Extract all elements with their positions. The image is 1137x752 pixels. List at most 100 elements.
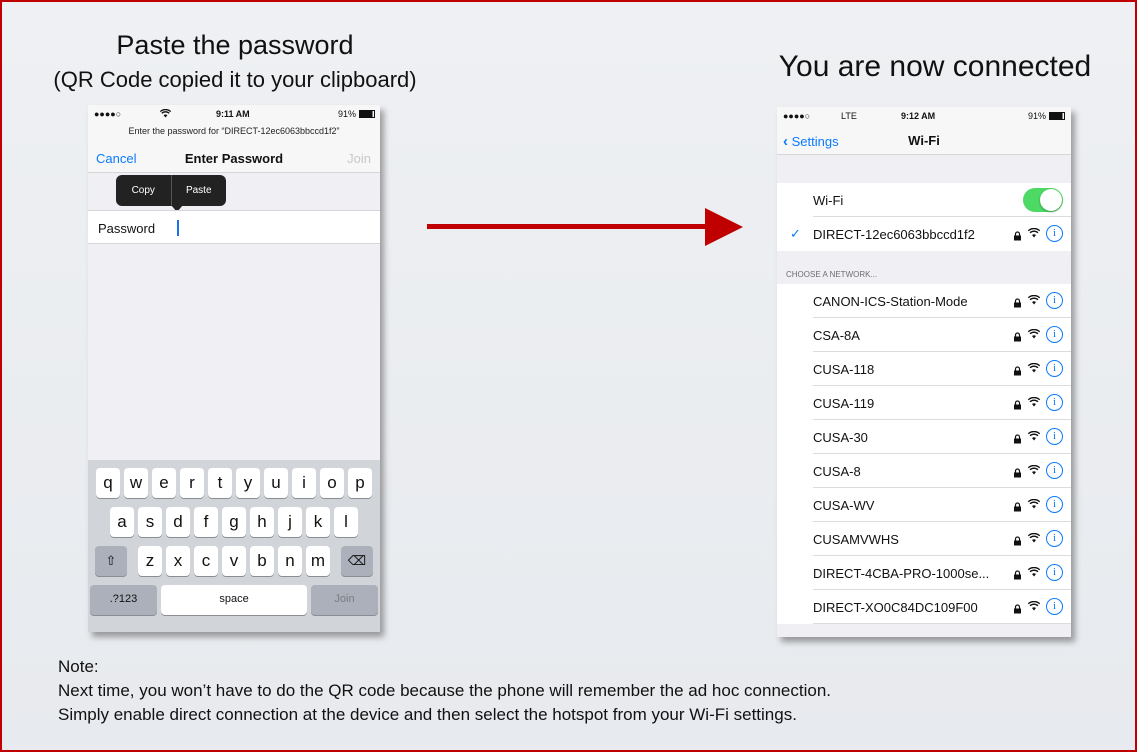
- connected-network-name: DIRECT-12ec6063bbccd1f2: [813, 227, 975, 242]
- key[interactable]: y: [236, 468, 260, 498]
- info-icon[interactable]: i: [1046, 428, 1063, 445]
- join-button[interactable]: Join: [347, 151, 371, 166]
- info-icon[interactable]: i: [1046, 598, 1063, 615]
- carrier-label: LTE: [841, 111, 857, 121]
- arrow-shaft: [427, 224, 717, 229]
- heading-paste-subtitle: (QR Code copied it to your clipboard): [53, 67, 417, 92]
- network-row[interactable]: CANON-ICS-Station-Mode i: [777, 284, 1071, 318]
- note-title: Note:: [58, 657, 99, 676]
- key[interactable]: r: [180, 468, 204, 498]
- keyboard-join-key[interactable]: Join: [310, 585, 379, 615]
- wifi-toggle[interactable]: [1023, 188, 1063, 212]
- signal-indicator: ●●●●○: [783, 111, 811, 121]
- phone-wifi-settings-screen: ●●●●○ LTE 9:12 AM 91% ‹ Settings Wi-Fi W…: [777, 107, 1071, 637]
- network-name: CSA-8A: [813, 328, 860, 343]
- password-prompt: Enter the password for “DIRECT-12ec6063b…: [88, 123, 380, 143]
- key[interactable]: n: [278, 546, 302, 576]
- key[interactable]: f: [194, 507, 218, 537]
- info-icon[interactable]: i: [1046, 496, 1063, 513]
- copy-menu-item[interactable]: Copy: [116, 175, 171, 206]
- key[interactable]: l: [334, 507, 358, 537]
- key[interactable]: t: [208, 468, 232, 498]
- space-key[interactable]: space: [161, 585, 307, 615]
- key[interactable]: g: [222, 507, 246, 537]
- password-label: Password: [98, 221, 156, 236]
- network-row[interactable]: CSA-8A i: [777, 318, 1071, 352]
- wifi-status-icon: [159, 108, 172, 120]
- network-icons: i: [1013, 598, 1063, 615]
- heading-connected: You are now connected: [778, 50, 1092, 83]
- network-list: CANON-ICS-Station-Mode i CSA-8A i CUSA-118 i C…: [777, 284, 1071, 624]
- network-row[interactable]: DIRECT-XO0C84DC109F00 i: [777, 590, 1071, 624]
- numbers-key[interactable]: .?123: [90, 585, 158, 615]
- key[interactable]: k: [306, 507, 330, 537]
- phone-enter-password-screen: ●●●●○ 9:11 AM 91% Enter the password for…: [88, 105, 380, 632]
- wifi-label: Wi-Fi: [813, 193, 844, 208]
- info-icon[interactable]: i: [1046, 326, 1063, 343]
- key[interactable]: e: [152, 468, 176, 498]
- network-row[interactable]: CUSAMVWHS i: [777, 522, 1071, 556]
- wifi-signal-icon: [1027, 497, 1041, 512]
- key[interactable]: u: [264, 468, 288, 498]
- info-icon[interactable]: i: [1046, 394, 1063, 411]
- wifi-signal-icon: [1027, 293, 1041, 308]
- connected-network-row[interactable]: ✓ DIRECT-12ec6063bbccd1f2 i: [777, 217, 1071, 251]
- network-row[interactable]: CUSA-8 i: [777, 454, 1071, 488]
- nav-title: Enter Password: [184, 151, 284, 166]
- signal-indicator: ●●●●○: [94, 109, 122, 119]
- network-name: CUSA-WV: [813, 498, 875, 513]
- key[interactable]: i: [292, 468, 316, 498]
- key[interactable]: v: [222, 546, 246, 576]
- network-name: DIRECT-XO0C84DC109F00: [813, 600, 978, 615]
- key[interactable]: q: [96, 468, 120, 498]
- network-row[interactable]: DIRECT-4CBA-PRO-1000se... i: [777, 556, 1071, 590]
- key[interactable]: h: [250, 507, 274, 537]
- network-name: CUSA-119: [813, 396, 875, 411]
- status-bar: ●●●●○ LTE 9:12 AM 91%: [777, 107, 1071, 125]
- key[interactable]: c: [194, 546, 218, 576]
- paste-menu-item[interactable]: Paste: [172, 175, 227, 206]
- key[interactable]: j: [278, 507, 302, 537]
- info-icon[interactable]: i: [1046, 564, 1063, 581]
- key[interactable]: s: [138, 507, 162, 537]
- wifi-signal-icon: [1027, 599, 1041, 614]
- key[interactable]: o: [320, 468, 344, 498]
- key[interactable]: b: [250, 546, 274, 576]
- network-row[interactable]: CUSA-118 i: [777, 352, 1071, 386]
- wifi-signal-icon: [1027, 327, 1041, 342]
- lock-icon: [1013, 296, 1022, 307]
- network-icons: i: [1013, 462, 1063, 479]
- key[interactable]: d: [166, 507, 190, 537]
- network-name: CUSA-118: [813, 362, 875, 377]
- network-icons: i: [1013, 394, 1063, 411]
- info-icon[interactable]: i: [1046, 225, 1063, 242]
- key[interactable]: x: [166, 546, 190, 576]
- key[interactable]: z: [138, 546, 162, 576]
- key[interactable]: w: [124, 468, 148, 498]
- lock-icon: [1013, 330, 1022, 341]
- shift-key[interactable]: ⇧: [95, 546, 127, 576]
- network-row[interactable]: CUSA-30 i: [777, 420, 1071, 454]
- info-icon[interactable]: i: [1046, 360, 1063, 377]
- battery-icon: [1049, 112, 1065, 120]
- keyboard-row-4: .?123 space Join: [88, 585, 380, 615]
- info-icon[interactable]: i: [1046, 292, 1063, 309]
- info-icon[interactable]: i: [1046, 530, 1063, 547]
- keyboard-row-3: ⇧ z x c v b n m ⌫: [88, 546, 380, 576]
- info-icon[interactable]: i: [1046, 462, 1063, 479]
- delete-key[interactable]: ⌫: [341, 546, 373, 576]
- key[interactable]: m: [306, 546, 330, 576]
- network-row[interactable]: CUSA-WV i: [777, 488, 1071, 522]
- network-row[interactable]: CUSA-119 i: [777, 386, 1071, 420]
- password-field[interactable]: Password: [88, 210, 380, 244]
- key[interactable]: a: [110, 507, 134, 537]
- key[interactable]: p: [348, 468, 372, 498]
- wifi-signal-icon: [1027, 395, 1041, 410]
- nav-bar: ‹ Settings Wi-Fi: [777, 125, 1071, 155]
- clock: 9:12 AM: [901, 111, 936, 121]
- checkmark-icon: ✓: [790, 226, 801, 241]
- lock-icon: [1013, 432, 1022, 443]
- network-name: CANON-ICS-Station-Mode: [813, 294, 968, 309]
- wifi-signal-icon: [1027, 226, 1041, 241]
